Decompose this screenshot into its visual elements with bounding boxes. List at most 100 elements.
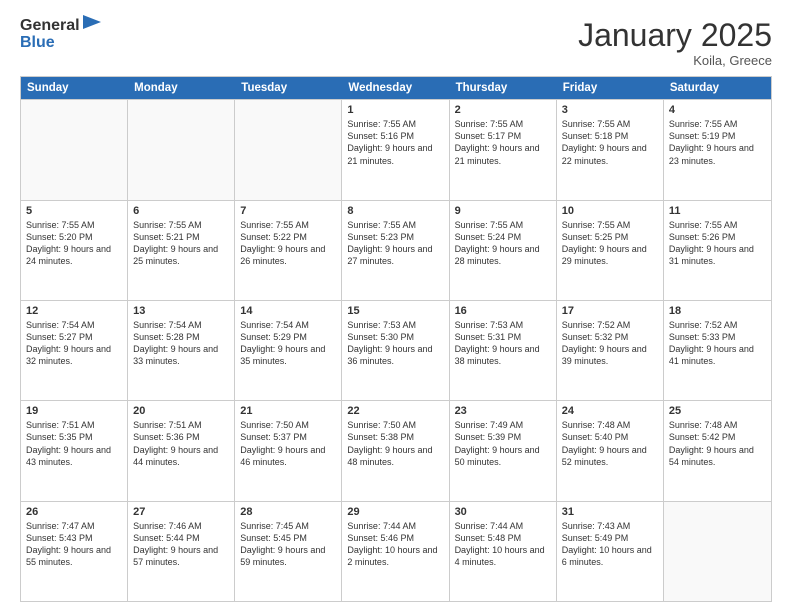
calendar-body: 1 Sunrise: 7:55 AM Sunset: 5:16 PM Daylig… [21,99,771,601]
calendar-cell-day: 15 Sunrise: 7:53 AM Sunset: 5:30 PM Dayli… [342,301,449,400]
calendar-cell-day: 30 Sunrise: 7:44 AM Sunset: 5:48 PM Dayli… [450,502,557,601]
calendar-cell-day: 10 Sunrise: 7:55 AM Sunset: 5:25 PM Dayli… [557,201,664,300]
calendar-cell-day: 24 Sunrise: 7:48 AM Sunset: 5:40 PM Dayli… [557,401,664,500]
calendar-cell-day: 3 Sunrise: 7:55 AM Sunset: 5:18 PM Daylig… [557,100,664,199]
day-info: Sunrise: 7:55 AM Sunset: 5:26 PM Dayligh… [669,219,766,268]
day-number: 27 [133,506,229,518]
day-number: 17 [562,305,658,317]
day-info: Sunrise: 7:55 AM Sunset: 5:18 PM Dayligh… [562,118,658,167]
day-info: Sunrise: 7:48 AM Sunset: 5:40 PM Dayligh… [562,419,658,468]
day-info: Sunrise: 7:55 AM Sunset: 5:20 PM Dayligh… [26,219,122,268]
calendar-cell-day: 2 Sunrise: 7:55 AM Sunset: 5:17 PM Daylig… [450,100,557,199]
calendar-cell-day: 23Sunrise: 7:49 AM Sunset: 5:39 PM Dayli… [450,401,557,500]
day-number: 22 [347,405,443,417]
day-info: Sunrise: 7:55 AM Sunset: 5:16 PM Dayligh… [347,118,443,167]
day-info: Sunrise: 7:51 AM Sunset: 5:36 PM Dayligh… [133,419,229,468]
calendar-cell-empty [21,100,128,199]
calendar-week-row: 26 Sunrise: 7:47 AM Sunset: 5:43 PM Dayli… [21,501,771,601]
weekday-header-monday: Monday [128,77,235,99]
weekday-header-thursday: Thursday [450,77,557,99]
day-info: Sunrise: 7:50 AM Sunset: 5:38 PM Dayligh… [347,419,443,468]
day-info: Sunrise: 7:47 AM Sunset: 5:43 PM Dayligh… [26,520,122,569]
day-number: 20 [133,405,229,417]
calendar-cell-day: 29 Sunrise: 7:44 AM Sunset: 5:46 PM Dayli… [342,502,449,601]
day-number: 23 [455,405,551,417]
calendar-cell-day: 14Sunrise: 7:54 AM Sunset: 5:29 PM Dayli… [235,301,342,400]
calendar-page: General Blue January 2025 Koila, Greece … [0,0,792,612]
calendar-cell-day: 4Sunrise: 7:55 AM Sunset: 5:19 PM Daylig… [664,100,771,199]
day-number: 14 [240,305,336,317]
day-number: 8 [347,205,443,217]
day-info: Sunrise: 7:52 AM Sunset: 5:32 PM Dayligh… [562,319,658,368]
day-info: Sunrise: 7:53 AM Sunset: 5:30 PM Dayligh… [347,319,443,368]
day-info: Sunrise: 7:44 AM Sunset: 5:48 PM Dayligh… [455,520,551,569]
calendar-header-row: SundayMondayTuesdayWednesdayThursdayFrid… [21,77,771,99]
weekday-header-sunday: Sunday [21,77,128,99]
calendar-cell-day: 7Sunrise: 7:55 AM Sunset: 5:22 PM Daylig… [235,201,342,300]
day-number: 15 [347,305,443,317]
day-info: Sunrise: 7:55 AM Sunset: 5:25 PM Dayligh… [562,219,658,268]
day-number: 29 [347,506,443,518]
day-info: Sunrise: 7:44 AM Sunset: 5:46 PM Dayligh… [347,520,443,569]
day-number: 5 [26,205,122,217]
calendar-cell-day: 18Sunrise: 7:52 AM Sunset: 5:33 PM Dayli… [664,301,771,400]
calendar-week-row: 12 Sunrise: 7:54 AM Sunset: 5:27 PM Dayli… [21,300,771,400]
calendar-cell-empty [128,100,235,199]
weekday-header-friday: Friday [557,77,664,99]
day-info: Sunrise: 7:46 AM Sunset: 5:44 PM Dayligh… [133,520,229,569]
day-info: Sunrise: 7:52 AM Sunset: 5:33 PM Dayligh… [669,319,766,368]
day-number: 24 [562,405,658,417]
calendar-week-row: 19 Sunrise: 7:51 AM Sunset: 5:35 PM Dayli… [21,400,771,500]
calendar-cell-day: 25 Sunrise: 7:48 AM Sunset: 5:42 PM Dayli… [664,401,771,500]
day-number: 9 [455,205,551,217]
logo-flag-icon [83,15,101,34]
day-number: 25 [669,405,766,417]
day-number: 6 [133,205,229,217]
calendar-cell-empty [235,100,342,199]
calendar-cell-day: 17 Sunrise: 7:52 AM Sunset: 5:32 PM Dayli… [557,301,664,400]
day-number: 13 [133,305,229,317]
calendar-cell-day: 31Sunrise: 7:43 AM Sunset: 5:49 PM Dayli… [557,502,664,601]
day-info: Sunrise: 7:53 AM Sunset: 5:31 PM Dayligh… [455,319,551,368]
logo-general: General [20,18,80,34]
day-info: Sunrise: 7:55 AM Sunset: 5:19 PM Dayligh… [669,118,766,167]
day-number: 19 [26,405,122,417]
day-number: 10 [562,205,658,217]
calendar-week-row: 5 Sunrise: 7:55 AM Sunset: 5:20 PM Daylig… [21,200,771,300]
day-number: 1 [347,104,443,116]
day-info: Sunrise: 7:45 AM Sunset: 5:45 PM Dayligh… [240,520,336,569]
day-info: Sunrise: 7:50 AM Sunset: 5:37 PM Dayligh… [240,419,336,468]
calendar-cell-day: 13 Sunrise: 7:54 AM Sunset: 5:28 PM Dayli… [128,301,235,400]
day-info: Sunrise: 7:54 AM Sunset: 5:28 PM Dayligh… [133,319,229,368]
day-info: Sunrise: 7:55 AM Sunset: 5:17 PM Dayligh… [455,118,551,167]
day-info: Sunrise: 7:54 AM Sunset: 5:27 PM Dayligh… [26,319,122,368]
weekday-header-tuesday: Tuesday [235,77,342,99]
weekday-header-saturday: Saturday [664,77,771,99]
logo: General Blue [20,18,101,52]
day-number: 16 [455,305,551,317]
day-number: 12 [26,305,122,317]
day-info: Sunrise: 7:51 AM Sunset: 5:35 PM Dayligh… [26,419,122,468]
calendar-cell-day: 21Sunrise: 7:50 AM Sunset: 5:37 PM Dayli… [235,401,342,500]
weekday-header-wednesday: Wednesday [342,77,449,99]
location-subtitle: Koila, Greece [578,53,772,68]
day-number: 2 [455,104,551,116]
day-info: Sunrise: 7:55 AM Sunset: 5:22 PM Dayligh… [240,219,336,268]
calendar-cell-day: 1 Sunrise: 7:55 AM Sunset: 5:16 PM Daylig… [342,100,449,199]
day-number: 3 [562,104,658,116]
day-number: 30 [455,506,551,518]
calendar-cell-day: 28Sunrise: 7:45 AM Sunset: 5:45 PM Dayli… [235,502,342,601]
calendar-cell-day: 8 Sunrise: 7:55 AM Sunset: 5:23 PM Daylig… [342,201,449,300]
calendar-cell-empty [664,502,771,601]
month-year-title: January 2025 [578,18,772,53]
day-info: Sunrise: 7:55 AM Sunset: 5:23 PM Dayligh… [347,219,443,268]
day-number: 26 [26,506,122,518]
calendar-cell-day: 12 Sunrise: 7:54 AM Sunset: 5:27 PM Dayli… [21,301,128,400]
day-number: 11 [669,205,766,217]
calendar-cell-day: 27 Sunrise: 7:46 AM Sunset: 5:44 PM Dayli… [128,502,235,601]
day-info: Sunrise: 7:55 AM Sunset: 5:24 PM Dayligh… [455,219,551,268]
calendar-cell-day: 11 Sunrise: 7:55 AM Sunset: 5:26 PM Dayli… [664,201,771,300]
calendar-cell-day: 6Sunrise: 7:55 AM Sunset: 5:21 PM Daylig… [128,201,235,300]
day-info: Sunrise: 7:48 AM Sunset: 5:42 PM Dayligh… [669,419,766,468]
day-info: Sunrise: 7:43 AM Sunset: 5:49 PM Dayligh… [562,520,658,569]
